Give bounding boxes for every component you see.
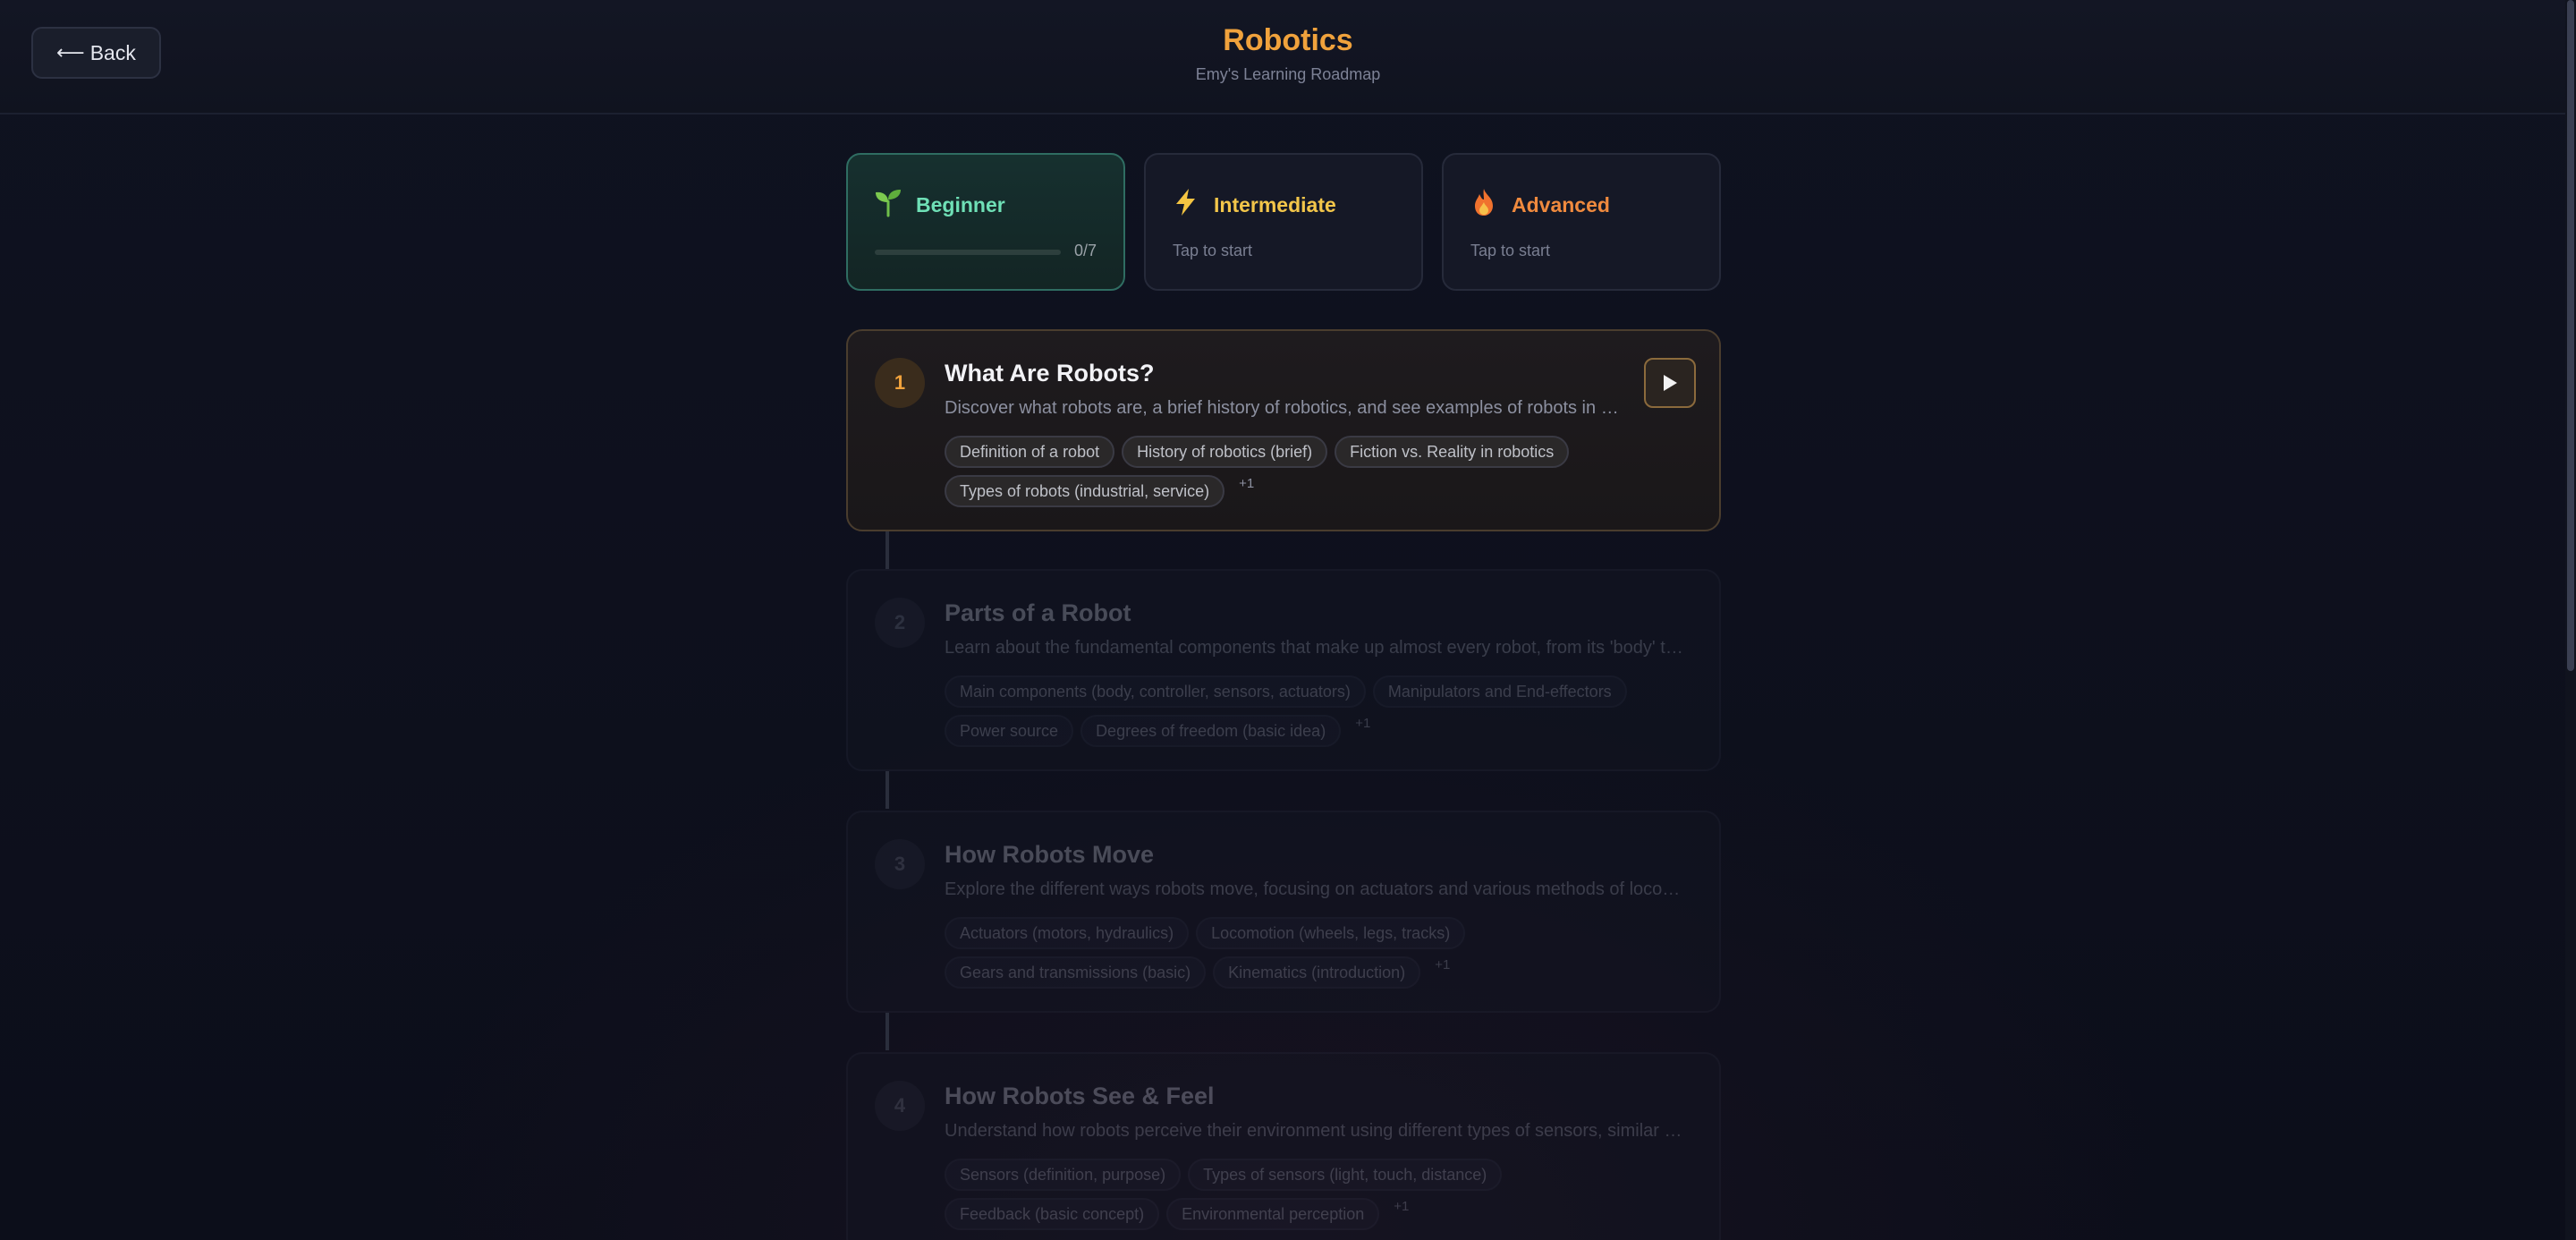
topic-tag: Degrees of freedom (basic idea) bbox=[1080, 715, 1342, 747]
lesson-card[interactable]: 3 How Robots Move Explore the different … bbox=[846, 811, 1721, 1013]
topic-tag: Environmental perception bbox=[1166, 1198, 1380, 1230]
lesson-connector bbox=[886, 771, 889, 809]
play-button[interactable] bbox=[1644, 358, 1696, 408]
topic-tag: Definition of a robot bbox=[945, 436, 1115, 468]
page-subtitle: Emy's Learning Roadmap bbox=[1195, 65, 1381, 83]
lesson-tags: Definition of a robot History of robotic… bbox=[945, 435, 1696, 514]
lesson-number: 2 bbox=[875, 598, 925, 648]
play-icon bbox=[1664, 375, 1677, 391]
more-tags-count: +1 bbox=[1394, 1199, 1410, 1214]
more-tags-count: +1 bbox=[1239, 476, 1255, 491]
top-header: ⟵ Back Robotics Emy's Learning Roadmap bbox=[0, 0, 2576, 115]
lesson-number: 1 bbox=[875, 358, 925, 408]
lesson-tags: Main components (body, controller, senso… bbox=[945, 675, 1696, 753]
topic-tag: Feedback (basic concept) bbox=[945, 1198, 1160, 1230]
topic-tag: Main components (body, controller, senso… bbox=[945, 675, 1366, 708]
lesson-tags: Sensors (definition, purpose) Types of s… bbox=[945, 1158, 1696, 1236]
level-hint: Tap to start bbox=[1470, 242, 1551, 259]
topic-tag: Gears and transmissions (basic) bbox=[945, 956, 1207, 989]
lesson-description: Explore the different ways robots move, … bbox=[945, 879, 1687, 899]
lesson-description: Understand how robots perceive their env… bbox=[945, 1121, 1687, 1141]
level-name: Intermediate bbox=[1214, 193, 1336, 217]
level-selector: Beginner 0/7 Intermediate Tap to start A… bbox=[846, 153, 1721, 291]
level-hint: Tap to start bbox=[1173, 242, 1253, 259]
lesson-title: How Robots See & Feel bbox=[945, 1083, 1215, 1109]
topic-tag: Manipulators and End-effectors bbox=[1372, 675, 1627, 708]
scrollbar-thumb[interactable] bbox=[2567, 0, 2574, 671]
lesson-card[interactable]: 1 What Are Robots? Discover what robots … bbox=[846, 329, 1721, 531]
lesson-number: 4 bbox=[875, 1081, 925, 1131]
topic-tag: Fiction vs. Reality in robotics bbox=[1335, 436, 1570, 468]
level-card-intermediate[interactable]: Intermediate Tap to start bbox=[1144, 153, 1423, 291]
level-progress-bar bbox=[875, 250, 1061, 255]
page-title: Robotics bbox=[1223, 23, 1353, 57]
level-name: Beginner bbox=[916, 193, 1005, 217]
lesson-connector bbox=[886, 531, 889, 569]
topic-tag: Types of robots (industrial, service) bbox=[945, 475, 1225, 507]
lesson-title: Parts of a Robot bbox=[945, 599, 1131, 626]
lesson-card[interactable]: 4 How Robots See & Feel Understand how r… bbox=[846, 1052, 1721, 1240]
lightning-icon bbox=[1176, 189, 1195, 216]
lesson-number: 3 bbox=[875, 839, 925, 889]
more-tags-count: +1 bbox=[1435, 957, 1451, 972]
topic-tag: Kinematics (introduction) bbox=[1213, 956, 1421, 989]
page-scrollbar[interactable] bbox=[2565, 0, 2576, 1240]
lesson-description: Learn about the fundamental components t… bbox=[945, 638, 1687, 658]
topic-tag: History of robotics (brief) bbox=[1122, 436, 1328, 468]
lesson-connector bbox=[886, 1013, 889, 1050]
topic-tag: Locomotion (wheels, legs, tracks) bbox=[1196, 917, 1466, 949]
lesson-title: What Are Robots? bbox=[945, 360, 1155, 386]
lesson-tags: Actuators (motors, hydraulics) Locomotio… bbox=[945, 916, 1696, 995]
lesson-title: How Robots Move bbox=[945, 841, 1154, 868]
level-card-advanced[interactable]: Advanced Tap to start bbox=[1442, 153, 1721, 291]
level-name: Advanced bbox=[1512, 193, 1610, 217]
fire-icon bbox=[1475, 189, 1493, 216]
topic-tag: Types of sensors (light, touch, distance… bbox=[1188, 1159, 1503, 1191]
level-progress-count: 0/7 bbox=[1074, 242, 1097, 259]
seedling-icon bbox=[876, 190, 901, 217]
lesson-card[interactable]: 2 Parts of a Robot Learn about the funda… bbox=[846, 569, 1721, 771]
lesson-description: Discover what robots are, a brief histor… bbox=[945, 398, 1624, 418]
topic-tag: Sensors (definition, purpose) bbox=[945, 1159, 1182, 1191]
topic-tag: Power source bbox=[945, 715, 1074, 747]
level-card-beginner[interactable]: Beginner 0/7 bbox=[846, 153, 1125, 291]
more-tags-count: +1 bbox=[1355, 716, 1371, 731]
topic-tag: Actuators (motors, hydraulics) bbox=[945, 917, 1190, 949]
